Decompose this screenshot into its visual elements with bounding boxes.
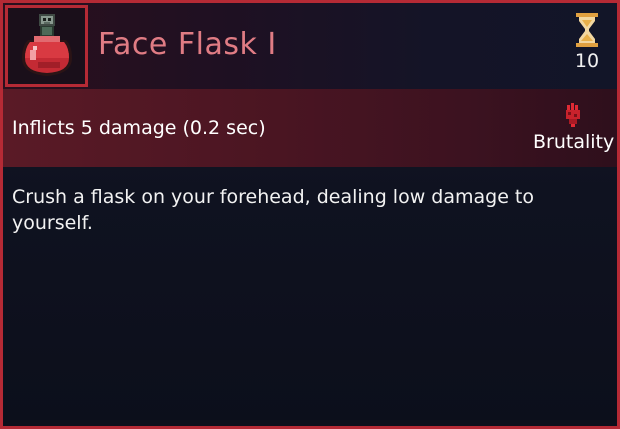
brutality-fist-icon	[566, 103, 580, 127]
cooldown-value: 10	[574, 50, 600, 72]
item-description: Crush a flask on your forehead, dealing …	[12, 186, 535, 234]
stat-band: Inflicts 5 damage (0.2 sec) Brutality	[3, 89, 617, 167]
red-potion-flask-icon	[22, 14, 72, 76]
brutality-label: Brutality	[533, 131, 615, 153]
cooldown-indicator: 10	[567, 13, 607, 72]
damage-stat-text: Inflicts 5 damage (0.2 sec)	[12, 117, 266, 139]
hourglass-icon	[576, 13, 598, 47]
item-title: Face Flask I	[98, 27, 277, 62]
brutality-tag: Brutality	[533, 103, 615, 153]
item-tooltip-card: Face Flask I 10 Inflicts 5 damage (0.2 s…	[0, 0, 620, 429]
item-icon-frame	[5, 5, 88, 87]
tooltip-header: Face Flask I 10	[3, 3, 617, 89]
